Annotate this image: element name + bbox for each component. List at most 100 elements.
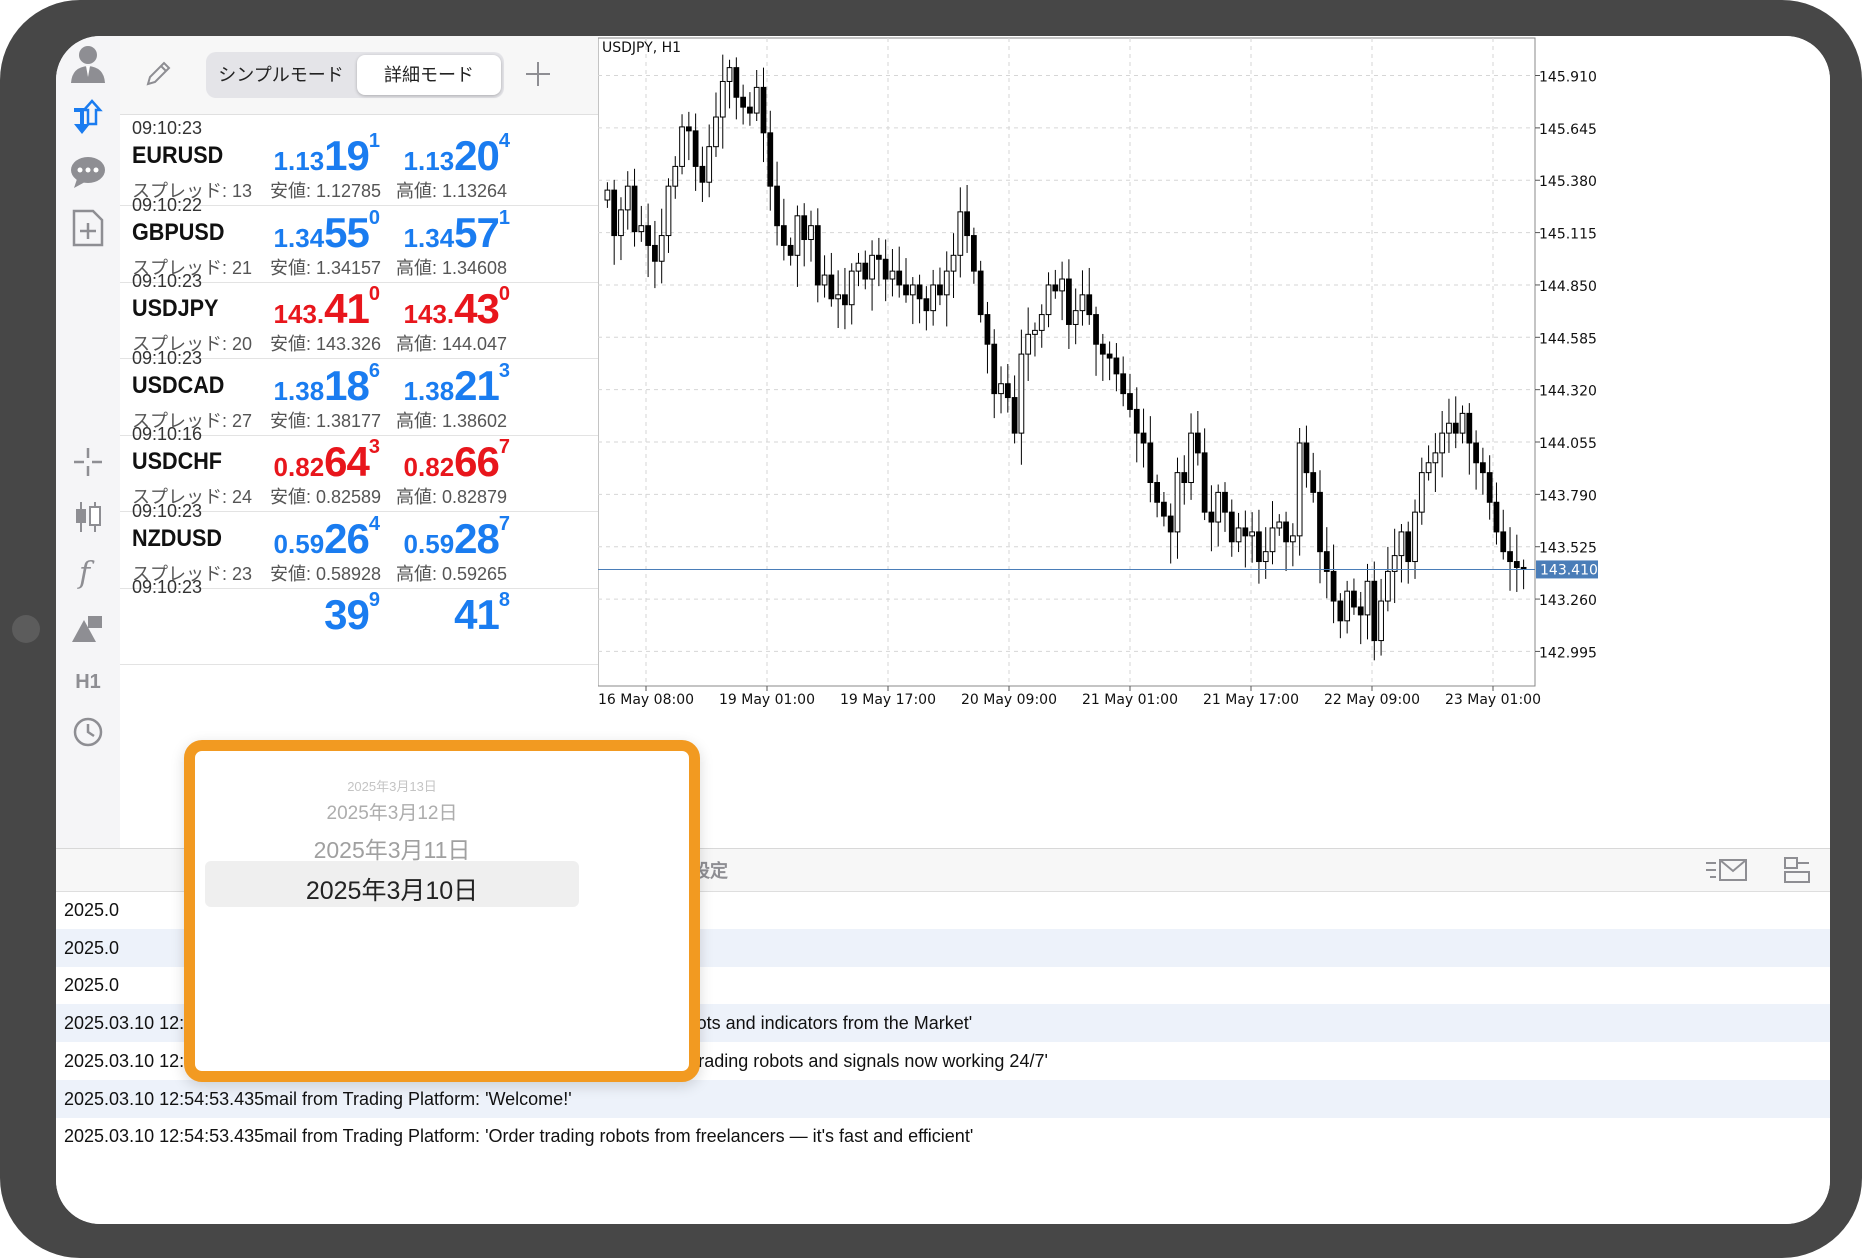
camera-dot [12, 615, 40, 643]
candle-body [652, 244, 658, 262]
quote-row[interactable]: 09:10:23 399 418 [120, 573, 598, 665]
candle-body [1147, 442, 1154, 484]
candle-body [1384, 570, 1391, 602]
y-tick-label: 144.585 [1539, 331, 1597, 347]
date-option[interactable]: 2025年3月13日 [195, 776, 589, 795]
indicators-function-icon[interactable]: f [60, 544, 116, 600]
candle-body [774, 185, 780, 227]
mailbox-icon[interactable] [1704, 857, 1748, 888]
candle-body [1507, 551, 1513, 563]
candle-body [665, 185, 672, 237]
objects-shapes-icon[interactable] [60, 600, 116, 656]
candle-body [943, 270, 950, 296]
bid-price[interactable]: 1.13191 [230, 130, 380, 180]
candle-body [1194, 432, 1201, 454]
bid-price[interactable]: 1.34550 [230, 207, 380, 257]
candle-body [679, 126, 685, 167]
candle-body [1174, 472, 1181, 533]
detailed-mode-tab[interactable]: 詳細モード [357, 55, 501, 95]
candle-body [611, 189, 618, 237]
candle-body [1222, 491, 1228, 513]
trade-arrows-icon[interactable] [60, 90, 116, 146]
crosshair-icon[interactable] [60, 434, 116, 490]
candle-body [692, 130, 699, 167]
account-avatar-icon[interactable] [60, 36, 116, 92]
ask-price[interactable]: 1.38213 [360, 359, 510, 410]
candle-body [658, 235, 665, 262]
candle-body [1093, 314, 1099, 345]
quote-symbol: NZDUSD [132, 524, 222, 552]
candle-body [1459, 412, 1466, 434]
bid-price[interactable]: 0.59264 [230, 513, 380, 563]
candle-body [1052, 284, 1059, 292]
candle-body [801, 215, 808, 241]
ask-price[interactable]: 1.34571 [360, 207, 510, 257]
chat-icon[interactable] [60, 144, 116, 200]
candle-body [794, 215, 801, 256]
candle-body [1480, 462, 1486, 474]
price-chart[interactable]: 145.910 145.645 145.380 145.115 144.850 144.5… [597, 36, 1830, 848]
candle-body [1072, 310, 1079, 325]
y-tick-label: 145.645 [1539, 122, 1597, 138]
ask-price[interactable]: 0.59287 [360, 513, 510, 563]
candle-body [1378, 600, 1384, 642]
edit-pencil-icon[interactable] [130, 46, 186, 102]
candle-body [713, 116, 719, 148]
log-time: 2025.0 [64, 937, 120, 958]
current-price-label: 143.410 [1540, 562, 1598, 578]
quote-symbol: USDCAD [132, 371, 225, 399]
ask-price-main: 143. [403, 299, 455, 329]
bid-price[interactable]: 1.38186 [230, 360, 380, 410]
app-screen: f H1 シンプルモード 詳細モード 09:10:23 EURUSD スプレッド… [56, 36, 1830, 1224]
ask-price[interactable]: 143.430 [360, 283, 510, 333]
ask-price[interactable]: 0.82667 [360, 436, 510, 486]
candle-body [1364, 580, 1371, 616]
candlestick-type-icon[interactable] [60, 489, 116, 545]
date-option-selected[interactable]: 2025年3月10日 [195, 871, 589, 907]
candle-body [923, 298, 930, 312]
bid-price-main: 1.34 [273, 222, 325, 253]
log-row[interactable]: 2025.03.10 12:54:53.435 mail from Trading… [56, 1079, 1830, 1118]
bid-price-main: 0.59 [273, 528, 325, 559]
bid-price[interactable]: 0.82643 [230, 436, 380, 486]
candle-body [855, 262, 862, 272]
ask-price-sup: 3 [498, 359, 510, 382]
candle-body [1276, 521, 1283, 529]
add-symbol-icon[interactable] [510, 46, 566, 102]
bid-price[interactable]: 143.410 [230, 283, 380, 333]
candle-body [1283, 521, 1289, 543]
candle-body [1398, 531, 1405, 557]
y-tick-label: 145.910 [1539, 70, 1597, 86]
timeframe-button[interactable]: H1 [60, 654, 116, 710]
candle-body [998, 383, 1004, 395]
ask-price[interactable]: 418 [360, 589, 510, 639]
simple-mode-tab[interactable]: シンプルモード [209, 55, 353, 95]
candle-body [882, 258, 889, 280]
date-option[interactable]: 2025年3月11日 [195, 831, 589, 865]
log-row[interactable]: 2025.03.10 12:54:53.435 mail from Trading… [56, 1117, 1830, 1155]
clock-icon[interactable] [60, 704, 116, 760]
candle-body [1025, 333, 1032, 355]
bid-price[interactable]: 399 [230, 589, 380, 639]
layout-split-icon[interactable] [1782, 855, 1812, 890]
candle-body [835, 294, 842, 300]
candle-body [889, 270, 896, 280]
candle-body [1412, 511, 1418, 563]
candle-body [971, 235, 977, 272]
y-tick-label: 142.995 [1539, 645, 1597, 661]
candle-body [719, 80, 726, 118]
quotes-header: シンプルモード 詳細モード [120, 36, 598, 115]
x-tick-label: 16 May 08:00 [598, 692, 694, 708]
ask-price[interactable]: 1.13204 [360, 130, 510, 180]
candle-body [1154, 482, 1160, 503]
y-tick-label: 143.260 [1539, 593, 1597, 609]
chart-title: USDJPY, H1 [602, 40, 681, 56]
candle-body [1351, 590, 1357, 608]
ask-price-big: 28 [454, 514, 500, 562]
candle-body [916, 284, 923, 300]
candle-body [977, 270, 984, 316]
candle-body [1066, 278, 1072, 325]
ask-price-sup: 8 [498, 589, 510, 611]
date-option[interactable]: 2025年3月12日 [195, 798, 589, 825]
new-order-icon[interactable] [60, 200, 116, 256]
